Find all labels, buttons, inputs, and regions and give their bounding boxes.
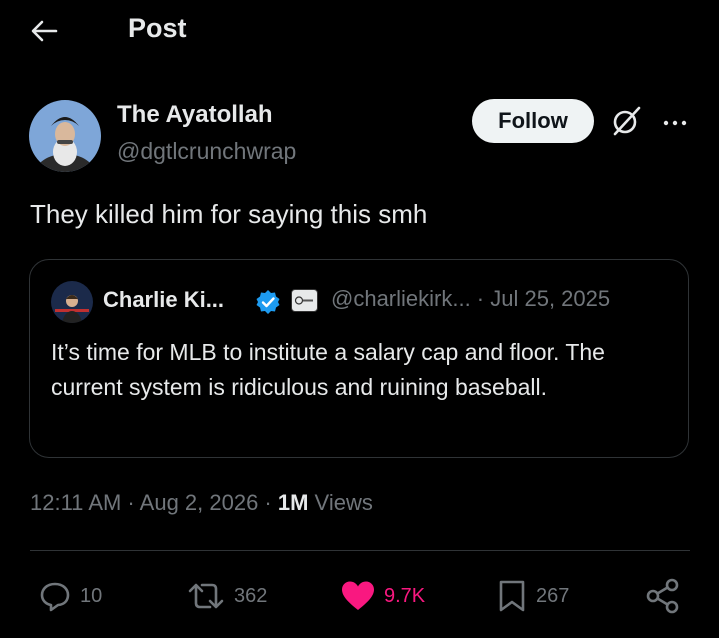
verified-badge-icon: [254, 288, 282, 316]
post-metadata: 12:11 AM · Aug 2, 2026 · 1M Views: [30, 490, 373, 516]
share-button[interactable]: [645, 574, 689, 618]
page-title: Post: [128, 13, 187, 43]
share-icon: [646, 578, 679, 614]
top-bar: Post: [0, 0, 719, 62]
arrow-left-icon: [31, 20, 58, 42]
bookmark-count: 267: [536, 584, 570, 607]
quote-author-name: Charlie Ki...: [103, 287, 225, 312]
post-timestamp[interactable]: 12:11 AM · Aug 2, 2026 ·: [30, 490, 278, 515]
quote-handle-date: @charliekirk... · Jul 25, 2025: [331, 286, 611, 311]
quote-author-avatar[interactable]: [51, 281, 93, 323]
quote-text: It’s time for MLB to institute a salary …: [51, 339, 605, 400]
like-button[interactable]: 9.7K: [340, 574, 425, 618]
views-label: Views: [308, 490, 373, 515]
bookmark-icon: [499, 580, 525, 612]
reply-button[interactable]: 10: [38, 574, 102, 618]
views-count: 1M: [277, 490, 309, 515]
author-name[interactable]: The Ayatollah: [117, 101, 273, 129]
divider: [30, 550, 690, 551]
author-handle[interactable]: @dgtlcrunchwrap: [117, 138, 296, 165]
author-avatar[interactable]: [29, 100, 101, 172]
bookmark-button[interactable]: 267: [496, 574, 569, 618]
affiliation-badge-icon: [291, 289, 318, 312]
repost-icon: [188, 583, 224, 609]
post-text: They killed him for saying this smh: [30, 199, 428, 229]
repost-button[interactable]: 362: [186, 574, 267, 618]
grok-icon[interactable]: [609, 104, 643, 138]
repost-count: 362: [234, 584, 268, 607]
back-button[interactable]: [22, 12, 66, 50]
heart-icon: [342, 581, 374, 610]
like-count: 9.7K: [384, 584, 426, 607]
reply-count: 10: [80, 584, 103, 607]
follow-button[interactable]: Follow: [472, 99, 594, 143]
more-options-icon[interactable]: [660, 108, 690, 138]
reply-icon: [40, 582, 70, 612]
